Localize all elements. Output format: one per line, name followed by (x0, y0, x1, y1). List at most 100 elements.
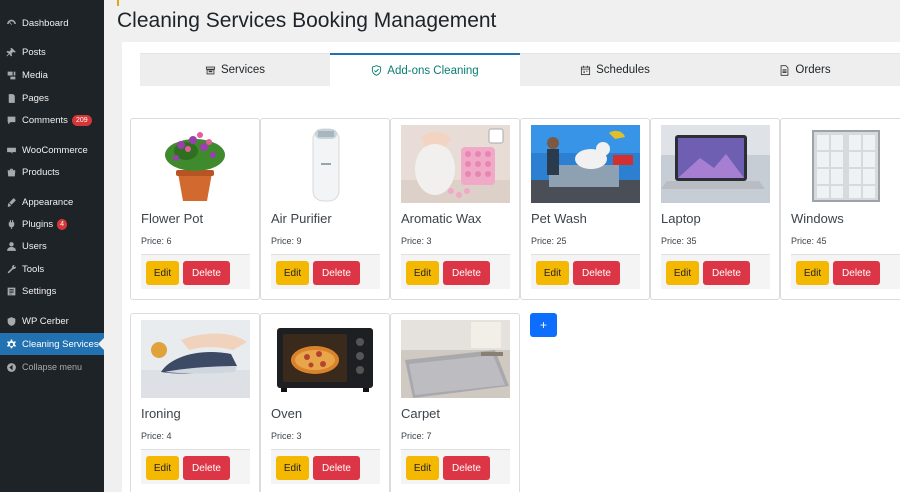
woocommerce-icon (5, 144, 17, 156)
sidebar-item-label: Collapse menu (22, 362, 83, 372)
addon-card-ironing: Ironing Price: 4 Edit Delete (130, 313, 260, 492)
addon-card-oven: Oven Price: 3 Edit Delete (260, 313, 390, 492)
delete-button[interactable]: Delete (833, 261, 880, 285)
sidebar-item-plugins[interactable]: Plugins 4 (0, 213, 104, 235)
delete-button[interactable]: Delete (703, 261, 750, 285)
users-icon (5, 240, 17, 252)
sidebar-item-woocommerce[interactable]: WooCommerce (0, 139, 104, 161)
delete-button[interactable]: Delete (183, 456, 230, 480)
delete-button[interactable]: Delete (443, 456, 490, 480)
tab-label: Orders (795, 64, 831, 76)
title-accent-mark (117, 0, 119, 6)
sidebar-item-cleaning-services[interactable]: Cleaning Services (0, 333, 104, 355)
card-actions: Edit Delete (401, 449, 510, 484)
sidebar-item-dashboard[interactable]: Dashboard (0, 12, 104, 34)
delete-button[interactable]: Delete (183, 261, 230, 285)
edit-button[interactable]: Edit (276, 456, 309, 480)
pages-icon (5, 92, 17, 104)
tools-icon (5, 263, 17, 275)
sidebar-item-label: Tools (22, 263, 45, 275)
card-name: Aromatic Wax (401, 211, 482, 226)
delete-button[interactable]: Delete (443, 261, 490, 285)
sidebar-item-posts[interactable]: Posts (0, 41, 104, 63)
edit-button[interactable]: Edit (146, 456, 179, 480)
addon-card-laptop: Laptop Price: 35 Edit Delete (650, 118, 780, 300)
sidebar-item-products[interactable]: Products (0, 161, 104, 183)
card-name: Air Purifier (271, 211, 332, 226)
edit-button[interactable]: Edit (796, 261, 829, 285)
pet-wash-image (531, 125, 640, 203)
tab-orders[interactable]: Orders (710, 53, 900, 86)
addon-card-air-purifier: Air Purifier Price: 9 Edit Delete (260, 118, 390, 300)
edit-button[interactable]: Edit (406, 456, 439, 480)
sidebar-item-label: Media (22, 69, 48, 81)
oven-image (271, 320, 380, 398)
card-price: Price: 3 (401, 236, 432, 246)
sidebar-item-label: Products (22, 166, 60, 178)
admin-sidebar: Dashboard Posts Media Pages Comments 209… (0, 0, 104, 492)
plugins-icon (5, 218, 17, 230)
tab-add-ons-cleaning[interactable]: Add-ons Cleaning (330, 53, 520, 86)
sidebar-item-label: Comments (22, 114, 68, 126)
card-price: Price: 45 (791, 236, 827, 246)
sidebar-item-label: Posts (22, 46, 46, 58)
sidebar-item-users[interactable]: Users (0, 235, 104, 257)
aromatic-wax-image (401, 125, 510, 203)
carpet-image (401, 320, 510, 398)
card-actions: Edit Delete (271, 449, 380, 484)
card-actions: Edit Delete (791, 254, 900, 289)
addon-card-flower-pot: Flower Pot Price: 6 Edit Delete (130, 118, 260, 300)
sidebar-item-label: Dashboard (22, 17, 69, 29)
collapse-menu-button[interactable]: Collapse menu (0, 356, 104, 378)
shield-check-icon (371, 65, 382, 76)
delete-button[interactable]: Delete (313, 456, 360, 480)
tab-label: Add-ons Cleaning (387, 64, 479, 77)
sidebar-item-comments[interactable]: Comments 209 (0, 109, 104, 131)
card-price: Price: 35 (661, 236, 697, 246)
sidebar-item-media[interactable]: Media (0, 64, 104, 86)
card-actions: Edit Delete (661, 254, 770, 289)
flower-pot-image (141, 125, 250, 203)
card-actions: Edit Delete (271, 254, 380, 289)
edit-button[interactable]: Edit (406, 261, 439, 285)
tab-label: Schedules (596, 64, 650, 76)
delete-button[interactable]: Delete (313, 261, 360, 285)
edit-button[interactable]: Edit (146, 261, 179, 285)
edit-button[interactable]: Edit (536, 261, 569, 285)
products-icon (5, 166, 17, 178)
sidebar-item-pages[interactable]: Pages (0, 87, 104, 109)
sidebar-item-appearance[interactable]: Appearance (0, 191, 104, 213)
ironing-image (141, 320, 250, 398)
settings-icon (5, 285, 17, 297)
sidebar-item-settings[interactable]: Settings (0, 280, 104, 302)
calendar-icon (580, 65, 591, 76)
add-addon-button[interactable]: + (530, 313, 557, 337)
plugins-update-badge: 4 (57, 218, 68, 230)
comments-count-badge: 209 (71, 114, 92, 126)
sidebar-item-label: Appearance (22, 196, 74, 208)
sidebar-item-label: Cleaning Services (22, 338, 99, 350)
card-actions: Edit Delete (531, 254, 640, 289)
delete-button[interactable]: Delete (573, 261, 620, 285)
archive-icon (205, 65, 216, 76)
sidebar-item-tools[interactable]: Tools (0, 258, 104, 280)
tab-services[interactable]: Services (140, 53, 330, 86)
card-name: Flower Pot (141, 211, 204, 226)
sidebar-item-label: WooCommerce (22, 144, 88, 156)
windows-image (791, 125, 900, 203)
sidebar-item-label: WP Cerber (22, 315, 69, 327)
card-price: Price: 6 (141, 236, 172, 246)
tab-bar: Services Add-ons Cleaning Schedules Orde… (140, 53, 900, 86)
laptop-image (661, 125, 770, 203)
edit-button[interactable]: Edit (666, 261, 699, 285)
appearance-icon (5, 196, 17, 208)
card-actions: Edit Delete (401, 254, 510, 289)
card-actions: Edit Delete (141, 254, 250, 289)
sidebar-item-wp-cerber[interactable]: WP Cerber (0, 310, 104, 332)
tab-schedules[interactable]: Schedules (520, 53, 710, 86)
addon-card-windows: Windows Price: 45 Edit Delete (780, 118, 900, 300)
addon-card-carpet: Carpet Price: 7 Edit Delete (390, 313, 520, 492)
edit-button[interactable]: Edit (276, 261, 309, 285)
card-price: Price: 25 (531, 236, 567, 246)
sidebar-item-label: Pages (22, 92, 49, 104)
